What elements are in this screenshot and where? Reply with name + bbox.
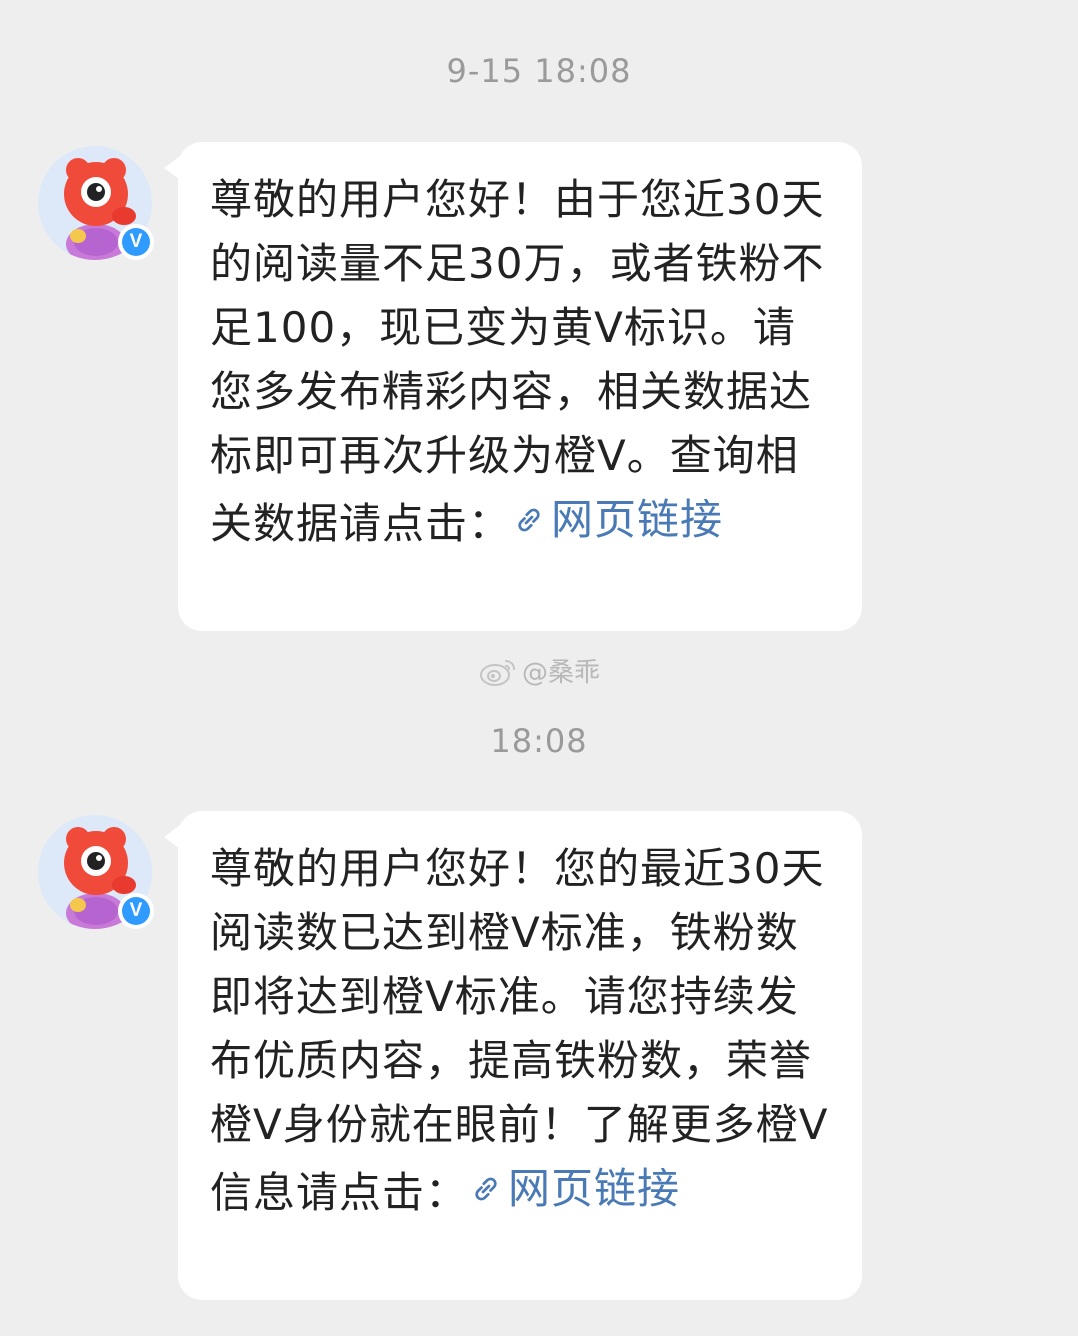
chat-thread: 9-15 18:08 V 尊敬的用户您好！由于您近30天的阅读量不足30万，或者 — [0, 0, 1078, 1336]
message-bubble: 尊敬的用户您好！由于您近30天的阅读量不足30万，或者铁粉不足100，现已变为黄… — [164, 142, 862, 631]
web-link-label[interactable]: 网页链接 — [508, 1157, 680, 1221]
sender-avatar[interactable]: V — [38, 146, 154, 260]
message-timestamp: 18:08 — [490, 722, 588, 760]
link-icon — [475, 1177, 497, 1201]
link-icon — [518, 508, 540, 532]
verified-badge: V — [118, 893, 154, 929]
web-link[interactable]: 网页链接 — [468, 1157, 680, 1221]
verified-badge: V — [118, 224, 154, 260]
message-timestamp: 9-15 18:08 — [446, 52, 632, 90]
sender-avatar[interactable]: V — [38, 815, 154, 929]
watermark: @桑乖 — [0, 652, 1078, 689]
message-bubble: 尊敬的用户您好！您的最近30天阅读数已达到橙V标准，铁粉数即将达到橙V标准。请您… — [164, 811, 862, 1300]
watermark-text: @桑乖 — [521, 658, 600, 688]
web-link-label[interactable]: 网页链接 — [551, 488, 723, 552]
web-link[interactable]: 网页链接 — [511, 488, 723, 552]
weibo-logo-icon — [479, 659, 515, 686]
